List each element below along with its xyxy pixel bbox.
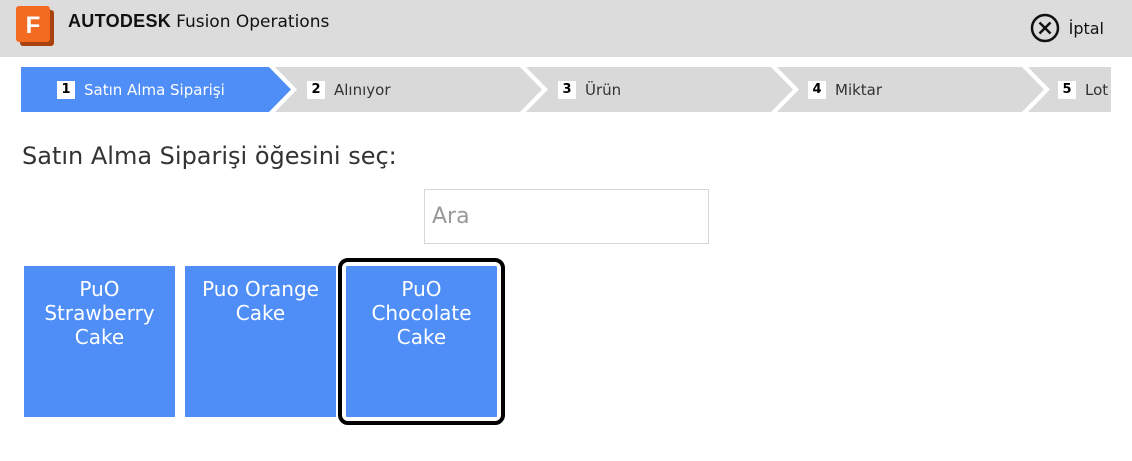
item-tile-selected[interactable]: PuO Chocolate Cake: [338, 258, 505, 425]
svg-text:F: F: [26, 12, 41, 39]
step-4[interactable]: 4 Miktar: [808, 67, 882, 112]
app-header: F AUTODESK Fusion Operations İptal: [0, 0, 1132, 57]
cancel-label: İptal: [1068, 18, 1104, 38]
step-label: Alınıyor: [334, 80, 391, 99]
app-title: AUTODESK Fusion Operations: [68, 11, 329, 32]
item-label: Puo Orange Cake: [202, 277, 319, 325]
step-1[interactable]: 1 Satın Alma Siparişi: [57, 67, 225, 112]
brand-name: AUTODESK: [68, 11, 172, 31]
product-name: Fusion Operations: [176, 12, 330, 32]
close-circle-icon: [1030, 13, 1059, 43]
search-input[interactable]: [424, 189, 709, 244]
step-2[interactable]: 2 Alınıyor: [307, 67, 391, 112]
step-number: 3: [558, 80, 576, 99]
step-number: 1: [57, 80, 75, 99]
step-number: 4: [808, 80, 826, 99]
item-label: PuO Strawberry Cake: [44, 277, 155, 349]
item-label: PuO Chocolate Cake: [371, 277, 472, 349]
step-number: 5: [1058, 80, 1076, 99]
step-progress: 1 Satın Alma Siparişi 2 Alınıyor 3 Ürün …: [21, 67, 1111, 112]
item-tile[interactable]: Puo Orange Cake: [185, 266, 336, 417]
step-3[interactable]: 3 Ürün: [558, 67, 621, 112]
step-number: 2: [307, 80, 325, 99]
step-5[interactable]: 5 Lot: [1058, 67, 1108, 112]
item-tile[interactable]: PuO Strawberry Cake: [24, 266, 175, 417]
step-label: Satın Alma Siparişi: [84, 80, 225, 99]
cancel-button[interactable]: İptal: [1030, 13, 1104, 43]
fusion-logo-icon: F: [16, 6, 54, 46]
step-label: Lot: [1085, 80, 1109, 99]
step-label: Miktar: [835, 80, 883, 99]
step-label: Ürün: [585, 80, 622, 99]
page-prompt: Satın Alma Siparişi öğesini seç:: [22, 142, 397, 170]
